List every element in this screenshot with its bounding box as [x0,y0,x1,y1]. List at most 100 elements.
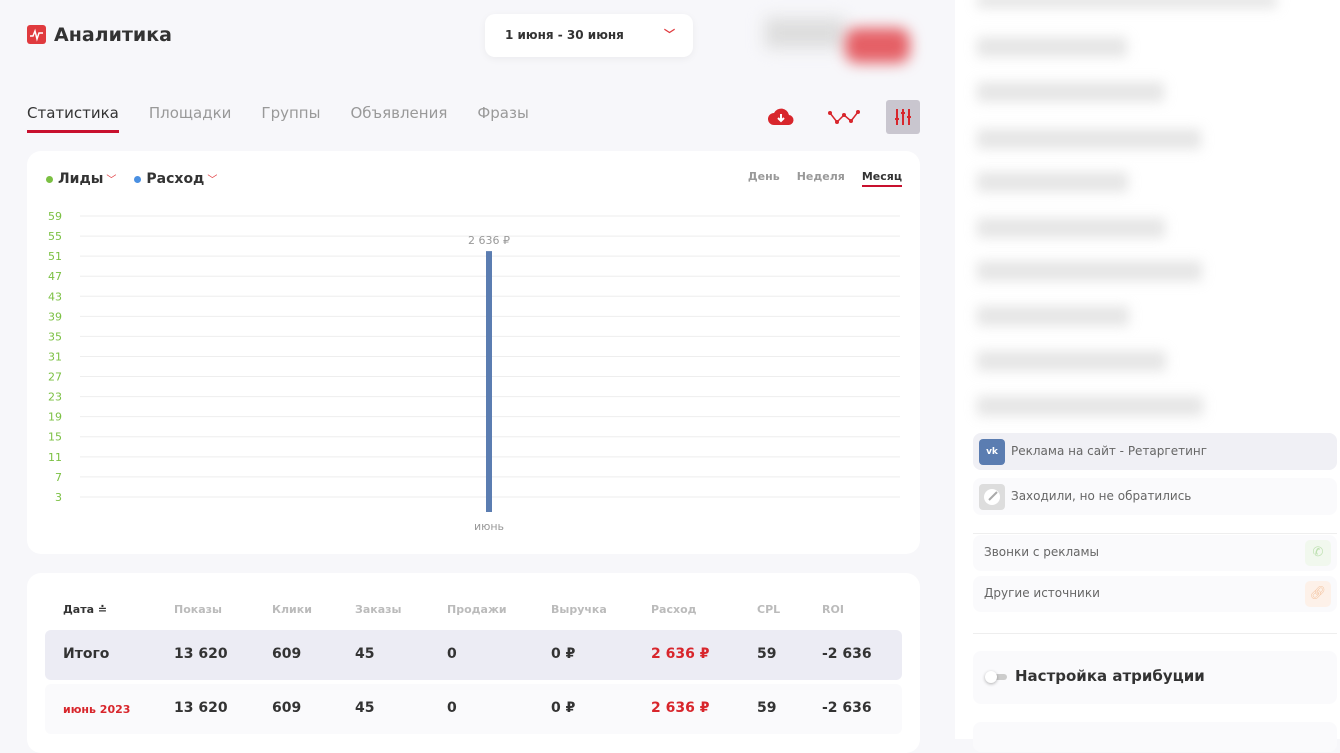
divider [973,533,1337,534]
y-tick-label: 47 [48,270,62,283]
y-tick-label: 7 [55,471,62,484]
y-tick-label: 19 [48,411,62,424]
blurred-source-item[interactable] [977,351,1166,371]
vk-icon: vk [979,439,1005,465]
column-header[interactable]: Дата ≐ [63,603,107,616]
source-item-retargeting[interactable]: vk Реклама на сайт - Ретаргетинг [973,433,1337,470]
table-cell: 2 636 ₽ [651,700,710,716]
legend-leads-label: Лиды [58,171,104,187]
period-month[interactable]: Месяц [861,170,902,187]
blurred-source-item[interactable] [977,172,1128,192]
table-cell: 0 ₽ [551,700,576,716]
chart-legend: Лиды ﹀ Расход ﹀ [46,171,217,187]
tab-statistics[interactable]: Статистика [27,104,119,133]
table-cell: -2 636 [822,700,872,716]
blurred-source-item[interactable] [977,129,1201,149]
target-icon [979,484,1005,510]
attribution-settings: Настройка атрибуции [973,651,1337,704]
table-cell: 59 [757,646,777,662]
tab-ads[interactable]: Объявления [350,104,447,133]
sliders-icon[interactable] [886,100,920,134]
table-cell: 45 [355,646,375,662]
y-tick-label: 55 [48,230,62,243]
chevron-down-icon: ﹀ [207,175,218,186]
source-label: Реклама на сайт - Ретаргетинг [1011,444,1208,458]
table-row[interactable]: июнь 2023 13 620 609 45 0 0 ₽ 2 636 ₽ 59 -2 636 [45,684,902,734]
source-item-visited[interactable]: Заходили, но не обратились [973,478,1337,515]
table-cell: 13 620 [174,646,228,662]
column-header-label: Выручка [551,603,607,616]
tab-phrases[interactable]: Фразы [477,104,528,133]
cloud-download-icon[interactable] [764,100,798,134]
attribution-title: Настройка атрибуции [1015,667,1205,685]
column-header[interactable]: Заказы [355,603,401,616]
bar-data-label: 2 636 ₽ [468,234,510,247]
column-header[interactable]: Продажи [447,603,507,616]
y-tick-label: 11 [48,451,62,464]
trend-line-icon[interactable] [827,100,861,134]
table-row[interactable]: Итого 13 620 609 45 0 0 ₽ 2 636 ₽ 59 -2 636 [45,630,902,680]
other-item-calls[interactable]: Звонки с рекламы ✆ [973,535,1337,571]
bar[interactable] [486,251,492,512]
column-header[interactable]: CPL [757,603,780,616]
tab-groups[interactable]: Группы [261,104,320,133]
column-header[interactable]: ROI [822,603,844,616]
tab-bar: Статистика Площадки Группы Объявления Фр… [27,104,529,133]
other-label: Другие источники [984,586,1100,600]
legend-expense[interactable]: Расход ﹀ [134,171,217,187]
blurred-source-item[interactable] [977,82,1164,102]
analytics-logo-icon [27,25,46,44]
table-header: Дата ≐ Показы Клики Заказы Продажи Выручка Рас… [45,592,902,630]
column-header-label: Клики [272,603,312,616]
column-header-label: Дата [63,603,95,616]
y-tick-label: 31 [48,350,62,363]
period-switch: День Неделя Месяц [748,170,902,187]
period-week[interactable]: Неделя [797,170,845,187]
blurred-source-item[interactable] [977,0,1277,8]
column-header-label: ROI [822,603,844,616]
link-icon: 🔗︎ [1305,581,1331,607]
table-cell: 45 [355,700,375,716]
other-label: Звонки с рекламы [984,545,1100,559]
blurred-source-item[interactable] [977,306,1129,326]
column-header[interactable]: Расход [651,603,697,616]
stats-table: Дата ≐ Показы Клики Заказы Продажи Выручка Рас… [45,592,902,738]
column-header-label: Показы [174,603,222,616]
table-cell: июнь 2023 [63,703,131,716]
divider [973,633,1337,634]
other-item-sources[interactable]: Другие источники 🔗︎ [973,576,1337,612]
column-header-label: Продажи [447,603,507,616]
column-header-label: CPL [757,603,781,616]
chevron-down-icon: ﹀ [664,28,675,41]
y-tick-label: 59 [48,210,62,223]
page-title: Аналитика [54,24,172,46]
table-cell: 609 [272,700,302,716]
blurred-source-item[interactable] [977,396,1203,416]
bar-chart: 59 55 51 47 43 39 35 31 27 23 19 15 11 7 3 2 636 ₽ июнь [48,210,900,533]
tab-platforms[interactable]: Площадки [149,104,232,133]
y-tick-label: 35 [48,330,62,343]
y-tick-label: 15 [48,431,62,444]
period-day[interactable]: День [748,170,780,187]
column-header[interactable]: Выручка [551,603,607,616]
column-header[interactable]: Показы [174,603,222,616]
date-range-value: 1 июня - 30 июня [505,28,624,42]
table-cell: 13 620 [174,700,228,716]
table-cell: 0 [447,646,457,662]
y-tick-label: 43 [48,290,62,303]
blurred-source-item[interactable] [977,218,1165,238]
table-cell: 59 [757,700,777,716]
y-tick-label: 27 [48,371,62,384]
column-header-label: Расход [651,603,697,616]
column-header-label: Заказы [355,603,402,616]
legend-leads[interactable]: Лиды ﹀ [46,171,116,187]
column-header[interactable]: Клики [272,603,312,616]
attribution-toggle[interactable] [985,671,1007,683]
blurred-user-info [765,18,845,48]
sort-icon: ≐ [97,603,108,616]
blurred-source-item[interactable] [977,261,1202,281]
blurred-source-item[interactable] [977,37,1127,57]
table-cell: 0 ₽ [551,646,576,662]
blurred-button[interactable] [845,28,910,63]
date-range-picker[interactable]: 1 июня - 30 июня ﹀ [485,14,693,57]
